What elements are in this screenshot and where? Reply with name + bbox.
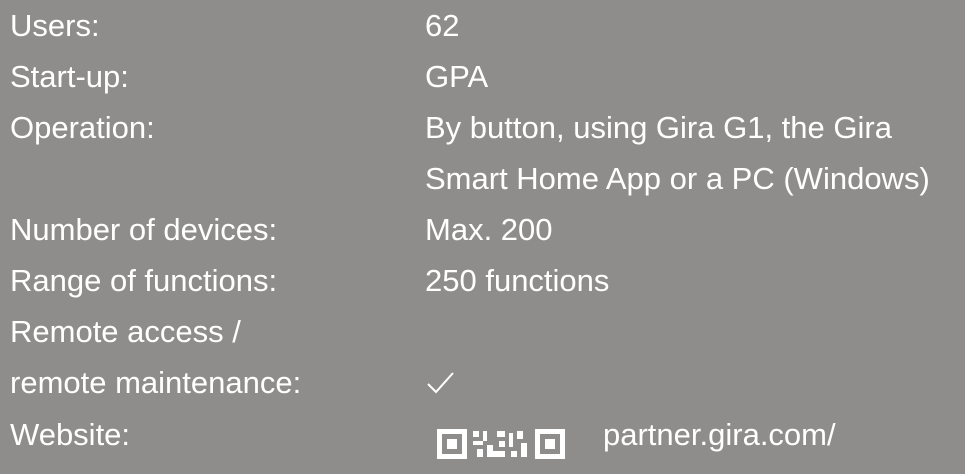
spec-label-start-up: Start-up: <box>10 59 129 94</box>
spec-value-operation-line-2: Smart Home App or a PC (Windows) <box>425 161 930 196</box>
spec-row-users: Users: 62 <box>10 0 965 51</box>
spec-label-operation: Operation: <box>10 110 155 145</box>
checkmark-icon <box>425 358 455 409</box>
spec-value-operation: By button, using Gira G1, the Gira Smart… <box>425 102 965 204</box>
spec-row-website: Website: partner.gira.com/ <box>10 409 965 460</box>
spec-value-website: partner.gira.com/ <box>425 409 965 460</box>
spec-value-number-of-devices: Max. 200 <box>425 212 553 247</box>
spec-value-start-up: GPA <box>425 59 489 94</box>
spec-row-operation: Operation: By button, using Gira G1, the… <box>10 102 965 204</box>
spec-value-operation-line-1: By button, using Gira G1, the Gira <box>425 110 892 145</box>
spec-row-start-up: Start-up: GPA <box>10 51 965 102</box>
spec-value-range-of-functions: 250 functions <box>425 263 610 298</box>
spec-label-remote-access-line-2: remote maintenance: <box>10 365 302 400</box>
website-link[interactable]: partner.gira.com/ <box>603 409 836 460</box>
spec-label-remote-access-line-1: Remote access / <box>10 314 241 349</box>
spec-value-remote-access <box>425 306 965 409</box>
spec-value-users: 62 <box>425 8 460 43</box>
spec-row-number-of-devices: Number of devices: Max. 200 <box>10 204 965 255</box>
spec-row-range-of-functions: Range of functions: 250 functions <box>10 255 965 306</box>
spec-label-users: Users: <box>10 8 100 43</box>
spec-label-website: Website: <box>10 417 131 452</box>
spec-table: Users: 62 Start-up: GPA Operation: By bu… <box>10 0 965 460</box>
spec-row-remote-access: Remote access / remote maintenance: <box>10 306 965 409</box>
spec-label-range-of-functions: Range of functions: <box>10 263 278 298</box>
spec-label-number-of-devices: Number of devices: <box>10 212 278 247</box>
spec-label-remote-access: Remote access / remote maintenance: <box>10 306 425 408</box>
qr-code-icon <box>437 423 575 459</box>
